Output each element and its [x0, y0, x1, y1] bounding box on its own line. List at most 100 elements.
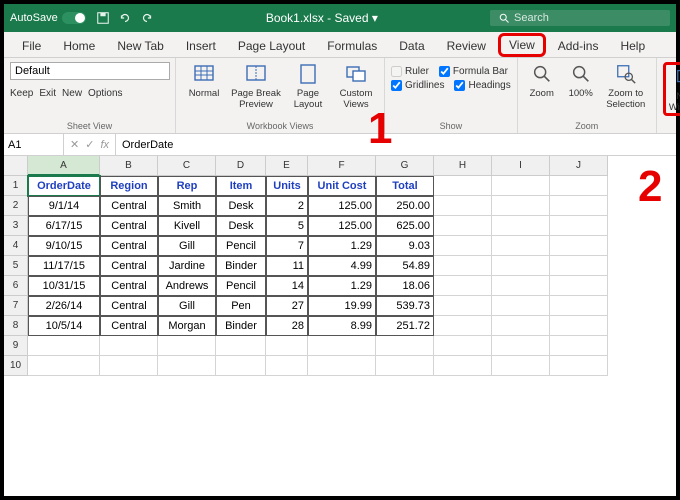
- cell[interactable]: [376, 336, 434, 356]
- cell[interactable]: Central: [100, 196, 158, 216]
- keep-button[interactable]: Keep: [10, 88, 33, 99]
- cell[interactable]: [550, 296, 608, 316]
- zoomtosel-button[interactable]: Zoom to Selection: [602, 62, 650, 110]
- cell[interactable]: 19.99: [308, 296, 376, 316]
- cell[interactable]: Central: [100, 316, 158, 336]
- cell[interactable]: [434, 336, 492, 356]
- cell[interactable]: [434, 196, 492, 216]
- cell[interactable]: [492, 176, 550, 196]
- tab-review[interactable]: Review: [437, 35, 496, 57]
- cell[interactable]: 8.99: [308, 316, 376, 336]
- tab-pagelayout[interactable]: Page Layout: [228, 35, 315, 57]
- cell[interactable]: [492, 276, 550, 296]
- cell[interactable]: [434, 256, 492, 276]
- cell[interactable]: [550, 336, 608, 356]
- tab-view[interactable]: View: [498, 33, 546, 57]
- cell[interactable]: [266, 336, 308, 356]
- cell[interactable]: 1.29: [308, 276, 376, 296]
- row-header[interactable]: 10: [4, 356, 28, 376]
- sheetview-combo[interactable]: [10, 62, 170, 80]
- gridlines-checkbox[interactable]: Gridlines: [391, 80, 444, 91]
- column-header-F[interactable]: F: [308, 156, 376, 176]
- cell[interactable]: 11: [266, 256, 308, 276]
- column-header-J[interactable]: J: [550, 156, 608, 176]
- cell[interactable]: 10/31/15: [28, 276, 100, 296]
- cell[interactable]: Desk: [216, 196, 266, 216]
- row-header[interactable]: 2: [4, 196, 28, 216]
- cell[interactable]: Central: [100, 256, 158, 276]
- tab-file[interactable]: File: [12, 35, 51, 57]
- cell[interactable]: [492, 316, 550, 336]
- select-all-corner[interactable]: [4, 156, 28, 176]
- cell[interactable]: 7: [266, 236, 308, 256]
- cell[interactable]: [550, 196, 608, 216]
- column-header-D[interactable]: D: [216, 156, 266, 176]
- zoom-button[interactable]: Zoom: [524, 62, 560, 99]
- cell[interactable]: 251.72: [376, 316, 434, 336]
- headings-checkbox[interactable]: Headings: [454, 80, 510, 91]
- cell[interactable]: [216, 356, 266, 376]
- options-button[interactable]: Options: [88, 88, 122, 99]
- cell[interactable]: [216, 336, 266, 356]
- cell[interactable]: [266, 356, 308, 376]
- cell[interactable]: Pencil: [216, 236, 266, 256]
- cell[interactable]: Smith: [158, 196, 216, 216]
- cell[interactable]: [434, 276, 492, 296]
- row-header[interactable]: 5: [4, 256, 28, 276]
- enter-icon[interactable]: ✓: [85, 138, 94, 151]
- redo-icon[interactable]: [140, 11, 154, 25]
- row-header[interactable]: 8: [4, 316, 28, 336]
- cell[interactable]: Unit Cost: [308, 176, 376, 196]
- cell[interactable]: 539.73: [376, 296, 434, 316]
- ruler-checkbox[interactable]: Ruler: [391, 66, 429, 77]
- cell[interactable]: OrderDate: [28, 176, 100, 196]
- cell[interactable]: 4.99: [308, 256, 376, 276]
- column-header-E[interactable]: E: [266, 156, 308, 176]
- cell[interactable]: [434, 176, 492, 196]
- formula-input[interactable]: OrderDate: [116, 139, 676, 151]
- cell[interactable]: Central: [100, 276, 158, 296]
- cell[interactable]: Andrews: [158, 276, 216, 296]
- cell[interactable]: [158, 356, 216, 376]
- cell[interactable]: 2: [266, 196, 308, 216]
- cell[interactable]: [550, 316, 608, 336]
- cell[interactable]: [308, 336, 376, 356]
- new-button[interactable]: New: [62, 88, 82, 99]
- cell[interactable]: Item: [216, 176, 266, 196]
- cell[interactable]: 27: [266, 296, 308, 316]
- cell[interactable]: [492, 256, 550, 276]
- tab-help[interactable]: Help: [610, 35, 655, 57]
- cell[interactable]: 6/17/15: [28, 216, 100, 236]
- cell[interactable]: Binder: [216, 316, 266, 336]
- zoom100-button[interactable]: 100%: [564, 62, 598, 99]
- cell[interactable]: [550, 236, 608, 256]
- cell[interactable]: [376, 356, 434, 376]
- cell[interactable]: Kivell: [158, 216, 216, 236]
- name-box[interactable]: A1: [4, 134, 64, 155]
- cell[interactable]: Rep: [158, 176, 216, 196]
- row-header[interactable]: 7: [4, 296, 28, 316]
- cell[interactable]: 1.29: [308, 236, 376, 256]
- new-window-button[interactable]: New Window: [663, 62, 680, 116]
- pagelayout-button[interactable]: Page Layout: [286, 62, 330, 110]
- cell[interactable]: 9/1/14: [28, 196, 100, 216]
- cell[interactable]: [28, 336, 100, 356]
- cell[interactable]: 9/10/15: [28, 236, 100, 256]
- cell[interactable]: Gill: [158, 296, 216, 316]
- cell[interactable]: [492, 356, 550, 376]
- spreadsheet-grid[interactable]: 12345678910 ABCDEFGHIJ OrderDateRegionRe…: [4, 156, 676, 376]
- customviews-button[interactable]: Custom Views: [334, 62, 378, 110]
- cell[interactable]: [492, 336, 550, 356]
- cell[interactable]: [100, 356, 158, 376]
- toggle-switch[interactable]: [62, 12, 86, 24]
- cell[interactable]: 125.00: [308, 216, 376, 236]
- cell[interactable]: Desk: [216, 216, 266, 236]
- cell[interactable]: 18.06: [376, 276, 434, 296]
- undo-icon[interactable]: [118, 11, 132, 25]
- normal-button[interactable]: Normal: [182, 62, 226, 99]
- column-header-C[interactable]: C: [158, 156, 216, 176]
- row-header[interactable]: 6: [4, 276, 28, 296]
- cell[interactable]: [158, 336, 216, 356]
- row-header[interactable]: 3: [4, 216, 28, 236]
- cell[interactable]: Morgan: [158, 316, 216, 336]
